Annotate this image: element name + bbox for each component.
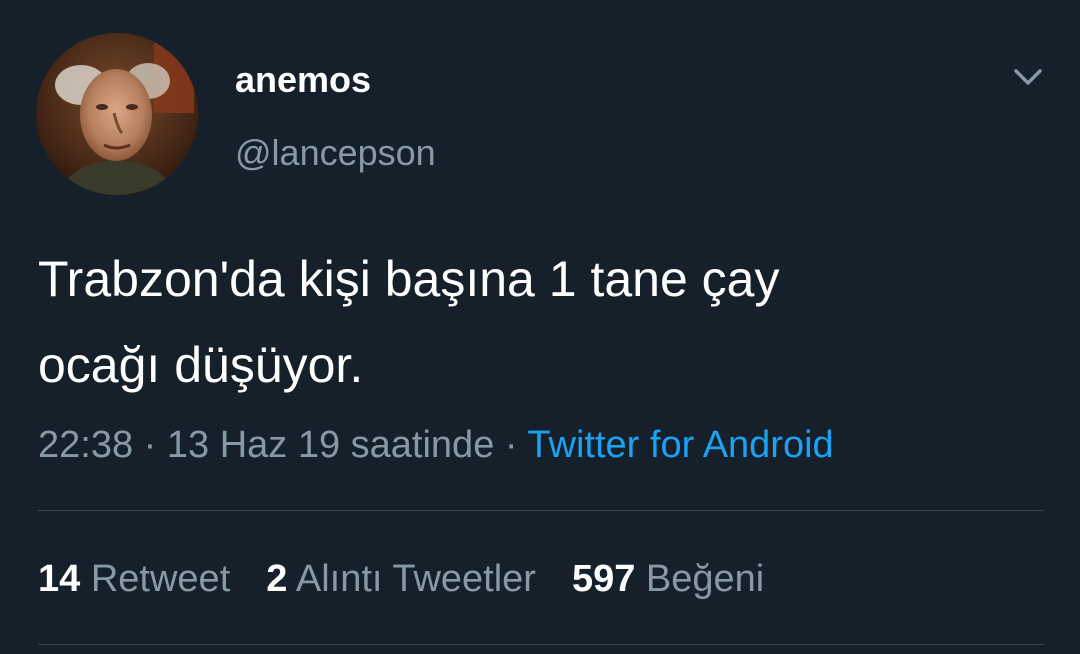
tweet-source-link[interactable]: Twitter for Android	[527, 424, 833, 466]
quotes-label: Alıntı Tweetler	[295, 558, 536, 600]
likes-label: Beğeni	[645, 558, 765, 600]
meta-separator: ·	[504, 424, 518, 466]
divider	[38, 644, 1044, 645]
divider	[38, 510, 1044, 511]
tweet-stats: 14 Retweet 2 Alıntı Tweetler 597 Beğeni	[38, 555, 764, 603]
retweets-count: 14	[38, 558, 81, 600]
avatar[interactable]	[36, 33, 198, 195]
quotes-stat[interactable]: 2 Alıntı Tweetler	[266, 555, 536, 603]
retweets-label: Retweet	[90, 558, 231, 600]
tweet-text-line: ocağı düşüyor.	[38, 337, 364, 393]
author-handle[interactable]: @lancepson	[235, 131, 436, 175]
meta-separator: ·	[143, 424, 157, 466]
retweets-stat[interactable]: 14 Retweet	[38, 555, 230, 603]
tweet-date: 13 Haz 19 saatinde	[166, 424, 495, 466]
tweet-text: Trabzon'da kişi başına 1 tane çay ocağı …	[38, 236, 1048, 408]
profile-photo-image	[36, 33, 198, 195]
tweet-time: 22:38	[38, 424, 134, 466]
likes-count: 597	[571, 558, 636, 600]
author-display-name[interactable]: anemos	[235, 58, 371, 102]
quotes-count: 2	[266, 558, 288, 600]
tweet-text-line: Trabzon'da kişi başına 1 tane çay	[38, 251, 780, 307]
tweet-meta: 22:38 · 13 Haz 19 saatinde · Twitter for…	[38, 421, 834, 469]
tweet-menu-button[interactable]	[1008, 58, 1048, 98]
chevron-down-icon	[1014, 69, 1042, 85]
likes-stat[interactable]: 597 Beğeni	[572, 555, 764, 603]
